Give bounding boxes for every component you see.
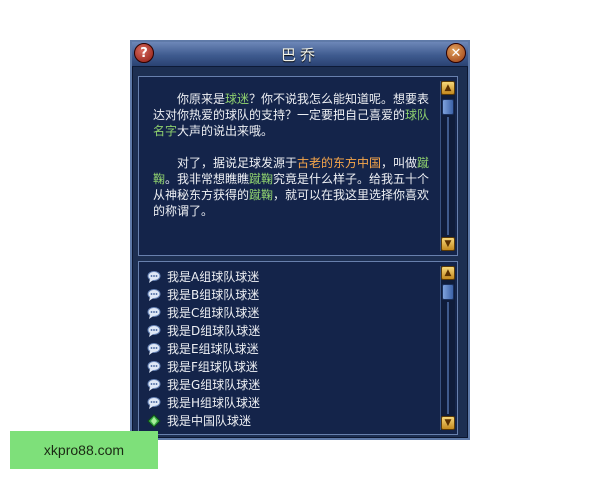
scroll-up-arrow-icon[interactable]: ▲ <box>441 81 455 95</box>
speech-paragraph-2: 对了，据说足球发源于古老的东方中国，叫做蹴鞠。我非常想瞧瞧蹴鞠究竟是什么样子。给… <box>153 155 441 219</box>
speech-bubble-icon <box>147 271 161 283</box>
site-watermark: xkpro88.com <box>10 431 158 469</box>
dialog-option-label: 我是A组球队球迷 <box>167 270 260 284</box>
dialog-title: 巴乔 <box>280 46 319 64</box>
speech-bubble-icon <box>147 379 161 391</box>
scroll-track[interactable] <box>447 117 449 235</box>
npc-dialog-window: ? 巴乔 ✕ 你原来是球迷？你不说我怎么能知道呢。想要表达对你热爱的球队的支持？… <box>130 40 470 440</box>
dialog-option[interactable]: 我是H组球队球迷 <box>147 394 437 412</box>
highlight-term: 球迷 <box>225 92 250 106</box>
speech-text-run: 。我非常想瞧瞧 <box>165 172 250 186</box>
dialog-option[interactable]: 我是E组球队球迷 <box>147 340 437 358</box>
dialog-option[interactable]: 我是A组球队球迷 <box>147 268 437 286</box>
speech-text-run: 大声的说出来哦。 <box>177 124 274 138</box>
scroll-track[interactable] <box>447 302 449 414</box>
speech-scrollbar[interactable]: ▲ ▼ <box>440 81 455 251</box>
scroll-thumb[interactable] <box>442 284 454 300</box>
dialog-option-label: 我是C组球队球迷 <box>167 306 260 320</box>
highlight-term: 古老的东方中国 <box>297 156 382 170</box>
speech-text-run: ，叫做 <box>381 156 418 170</box>
npc-speech-text: 你原来是球迷？你不说我怎么能知道呢。想要表达对你热爱的球队的支持？一定要把自己喜… <box>153 91 441 235</box>
speech-bubble-icon <box>147 397 161 409</box>
dialog-option[interactable]: 我是B组球队球迷 <box>147 286 437 304</box>
scroll-thumb[interactable] <box>442 99 454 115</box>
dialog-option-label: 我是D组球队球迷 <box>167 324 261 338</box>
dialog-option[interactable]: 我是G组球队球迷 <box>147 376 437 394</box>
scroll-down-arrow-icon[interactable]: ▼ <box>441 237 455 251</box>
highlight-term: 蹴鞠 <box>249 172 274 186</box>
dialog-option-label: 我是B组球队球迷 <box>167 288 260 302</box>
npc-speech-panel: 你原来是球迷？你不说我怎么能知道呢。想要表达对你热爱的球队的支持？一定要把自己喜… <box>138 76 458 256</box>
speech-paragraph-1: 你原来是球迷？你不说我怎么能知道呢。想要表达对你热爱的球队的支持？一定要把自己喜… <box>153 91 441 139</box>
speech-text-run: 对了，据说足球发源于 <box>177 156 298 170</box>
speech-bubble-icon <box>147 307 161 319</box>
speech-bubble-icon <box>147 289 161 301</box>
dialog-titlebar: ? 巴乔 ✕ <box>132 42 468 67</box>
dialog-option-label: 我是G组球队球迷 <box>167 378 261 392</box>
options-list: 我是A组球队球迷 我是B组球队球迷 我是C组球队球迷 我是D组球队球迷 我是E组球队球迷… <box>147 268 437 430</box>
speech-text-run: 你原来是 <box>177 92 226 106</box>
dialog-option-label: 我是H组球队球迷 <box>167 396 261 410</box>
dialog-option-label: 我是中国队球迷 <box>167 414 252 428</box>
dialog-options-panel: 我是A组球队球迷 我是B组球队球迷 我是C组球队球迷 我是D组球队球迷 我是E组球队球迷… <box>138 261 458 435</box>
dialog-option-label: 我是F组球队球迷 <box>167 360 258 374</box>
highlight-term: 蹴鞠 <box>249 188 274 202</box>
speech-bubble-icon <box>147 343 161 355</box>
dialog-option-label: 我是E组球队球迷 <box>167 342 259 356</box>
green-gem-icon <box>147 414 161 428</box>
dialog-option[interactable]: 我是D组球队球迷 <box>147 322 437 340</box>
speech-bubble-icon <box>147 361 161 373</box>
speech-bubble-icon <box>147 325 161 337</box>
scroll-up-arrow-icon[interactable]: ▲ <box>441 266 455 280</box>
options-scrollbar[interactable]: ▲ ▼ <box>440 266 455 430</box>
scroll-down-arrow-icon[interactable]: ▼ <box>441 416 455 430</box>
dialog-option[interactable]: 我是中国队球迷 <box>147 412 437 430</box>
close-button[interactable]: ✕ <box>446 43 466 63</box>
dialog-option[interactable]: 我是C组球队球迷 <box>147 304 437 322</box>
dialog-option[interactable]: 我是F组球队球迷 <box>147 358 437 376</box>
